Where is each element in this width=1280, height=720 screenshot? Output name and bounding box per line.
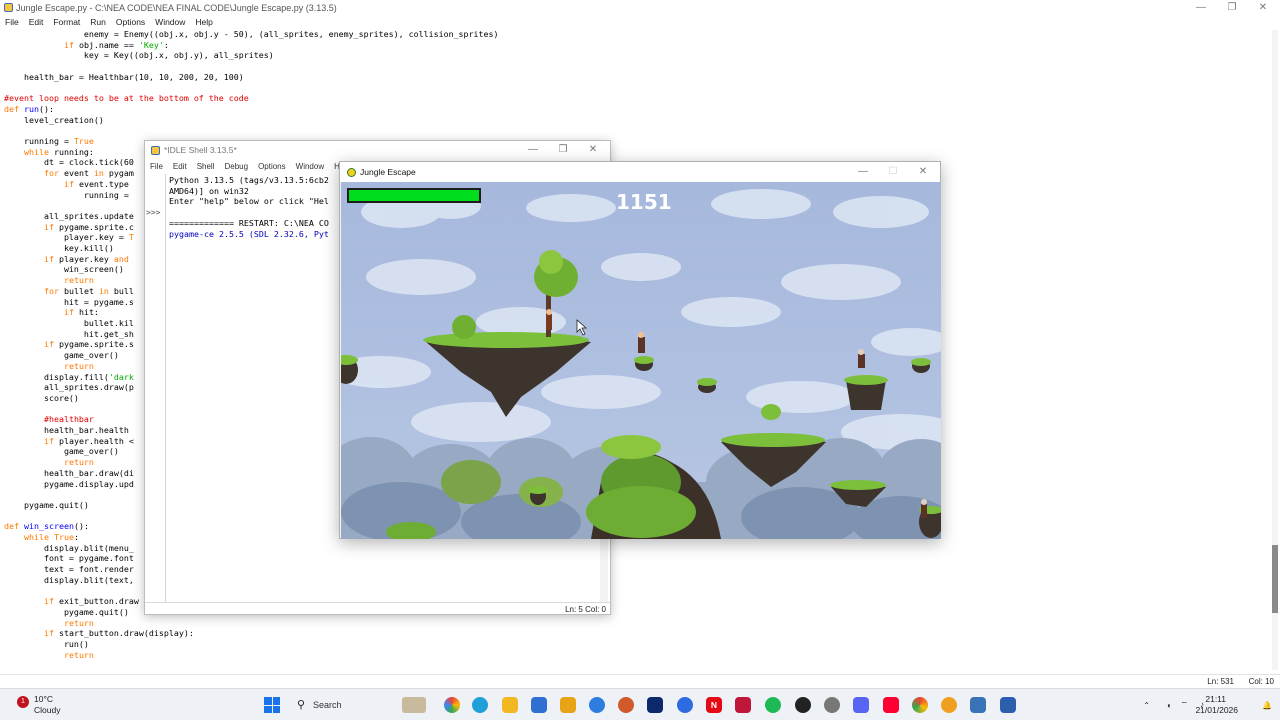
enemy-sprite — [858, 349, 865, 368]
mouse-cursor-icon — [576, 319, 588, 336]
weather-temperature: 10°C — [34, 694, 53, 704]
app-icon[interactable] — [735, 697, 751, 713]
minimize-icon[interactable]: — — [1186, 0, 1216, 16]
editor-menubar: File Edit Format Run Options Window Help — [0, 16, 218, 28]
shell-prompt-gutter: >>> — [145, 174, 166, 602]
app-icon[interactable] — [618, 697, 634, 713]
tray-app-icon[interactable]: ◐ — [1167, 701, 1172, 710]
menu-window[interactable]: Window — [291, 160, 329, 173]
menu-options[interactable]: Options — [253, 160, 291, 173]
colorful-app-icon[interactable] — [444, 697, 460, 713]
cloud-layer — [341, 189, 941, 450]
wifi-icon[interactable]: ⌔ — [1180, 700, 1188, 710]
search-icon: ⚲ — [297, 699, 306, 711]
editor-title-text: Jungle Escape.py - C:\NEA CODE\NEA FINAL… — [16, 3, 337, 13]
editor-titlebar: Jungle Escape.py - C:\NEA CODE\NEA FINAL… — [0, 0, 1280, 16]
app-icon[interactable] — [941, 697, 957, 713]
game-window[interactable]: Jungle Escape — ☐ ✕ 1151 — [339, 161, 941, 539]
close-icon[interactable]: ✕ — [578, 142, 608, 158]
weather-description: Cloudy — [34, 705, 61, 715]
menu-format[interactable]: Format — [48, 16, 85, 28]
discord-icon[interactable] — [853, 697, 869, 713]
clock-date[interactable]: 21/01/2026 — [1195, 705, 1238, 715]
enemy-sprite — [638, 332, 645, 353]
menu-edit[interactable]: Edit — [24, 16, 49, 28]
disney-plus-icon[interactable] — [647, 697, 663, 713]
health-bar-fill — [349, 190, 479, 201]
menu-file[interactable]: File — [0, 16, 24, 28]
maximize-icon[interactable]: ❐ — [548, 142, 578, 158]
idle-icon — [151, 146, 160, 155]
shell-title-text: *IDLE Shell 3.13.5* — [164, 145, 237, 155]
game-canvas[interactable]: 1151 — [341, 182, 941, 539]
app-icon[interactable] — [560, 697, 576, 713]
menu-edit[interactable]: Edit — [168, 160, 192, 173]
search-highlight-icon — [402, 697, 426, 713]
pygame-icon — [347, 168, 356, 177]
menu-window[interactable]: Window — [150, 16, 190, 28]
notifications-icon[interactable]: 🔔 — [1262, 701, 1272, 710]
menu-file[interactable]: File — [145, 160, 168, 173]
app-icon[interactable] — [1000, 697, 1016, 713]
shell-menubar: File Edit Shell Debug Options Window Hel… — [145, 160, 356, 173]
youtube-icon[interactable] — [883, 697, 899, 713]
notification-badge: 1 — [17, 696, 29, 708]
shell-titlebar[interactable]: *IDLE Shell 3.13.5* — ❐ ✕ — [145, 141, 610, 159]
game-title-text: Jungle Escape — [360, 167, 416, 177]
edge-icon[interactable] — [472, 697, 488, 713]
store-icon[interactable] — [531, 697, 547, 713]
enemy-sprite — [921, 499, 927, 518]
menu-options[interactable]: Options — [111, 16, 150, 28]
settings-icon[interactable] — [824, 697, 840, 713]
editor-line-indicator: Ln: 531 — [1207, 677, 1234, 686]
player-sprite — [546, 309, 552, 330]
taskbar: 1 10°C Cloudy ⚲ Search N ⌃ ◐ ⌔ ♪ 🔔 21:11… — [0, 688, 1280, 720]
editor-col-indicator: Col: 10 — [1248, 677, 1274, 686]
shell-position: Ln: 5 Col: 0 — [565, 605, 606, 614]
app-icon[interactable] — [677, 697, 693, 713]
search-label: Search — [313, 700, 342, 710]
maximize-icon: ☐ — [888, 166, 898, 177]
app-icon[interactable] — [795, 697, 811, 713]
score-display: 1151 — [616, 190, 672, 214]
python-file-icon — [4, 3, 13, 12]
game-titlebar[interactable]: Jungle Escape — ☐ ✕ — [340, 162, 940, 182]
shell-prompt: >>> — [146, 208, 161, 217]
chrome-icon[interactable] — [912, 697, 928, 713]
game-scene — [341, 189, 941, 539]
taskbar-search[interactable]: ⚲ Search — [290, 694, 430, 716]
minimize-icon[interactable]: — — [518, 142, 548, 158]
editor-statusbar: Ln: 531 Col: 10 — [0, 674, 1280, 688]
menu-run[interactable]: Run — [85, 16, 111, 28]
clock-time[interactable]: 21:11 — [1205, 694, 1226, 704]
windows-start-button[interactable] — [264, 697, 280, 713]
menu-debug[interactable]: Debug — [219, 160, 253, 173]
spotify-icon[interactable] — [765, 697, 781, 713]
close-icon[interactable]: ✕ — [1248, 0, 1278, 16]
shell-statusbar: Ln: 5 Col: 0 — [145, 602, 610, 615]
menu-shell[interactable]: Shell — [192, 160, 220, 173]
editor-scrollbar-thumb[interactable] — [1272, 545, 1278, 613]
close-icon[interactable]: ✕ — [908, 164, 938, 180]
menu-help[interactable]: Help — [190, 16, 217, 28]
app-icon[interactable] — [589, 697, 605, 713]
maximize-icon[interactable]: ❐ — [1217, 0, 1247, 16]
minimize-icon[interactable]: — — [848, 164, 878, 180]
file-explorer-icon[interactable] — [502, 697, 518, 713]
python-idle-icon[interactable] — [970, 697, 986, 713]
chevron-up-icon[interactable]: ⌃ — [1143, 701, 1150, 710]
netflix-icon[interactable]: N — [706, 697, 722, 713]
